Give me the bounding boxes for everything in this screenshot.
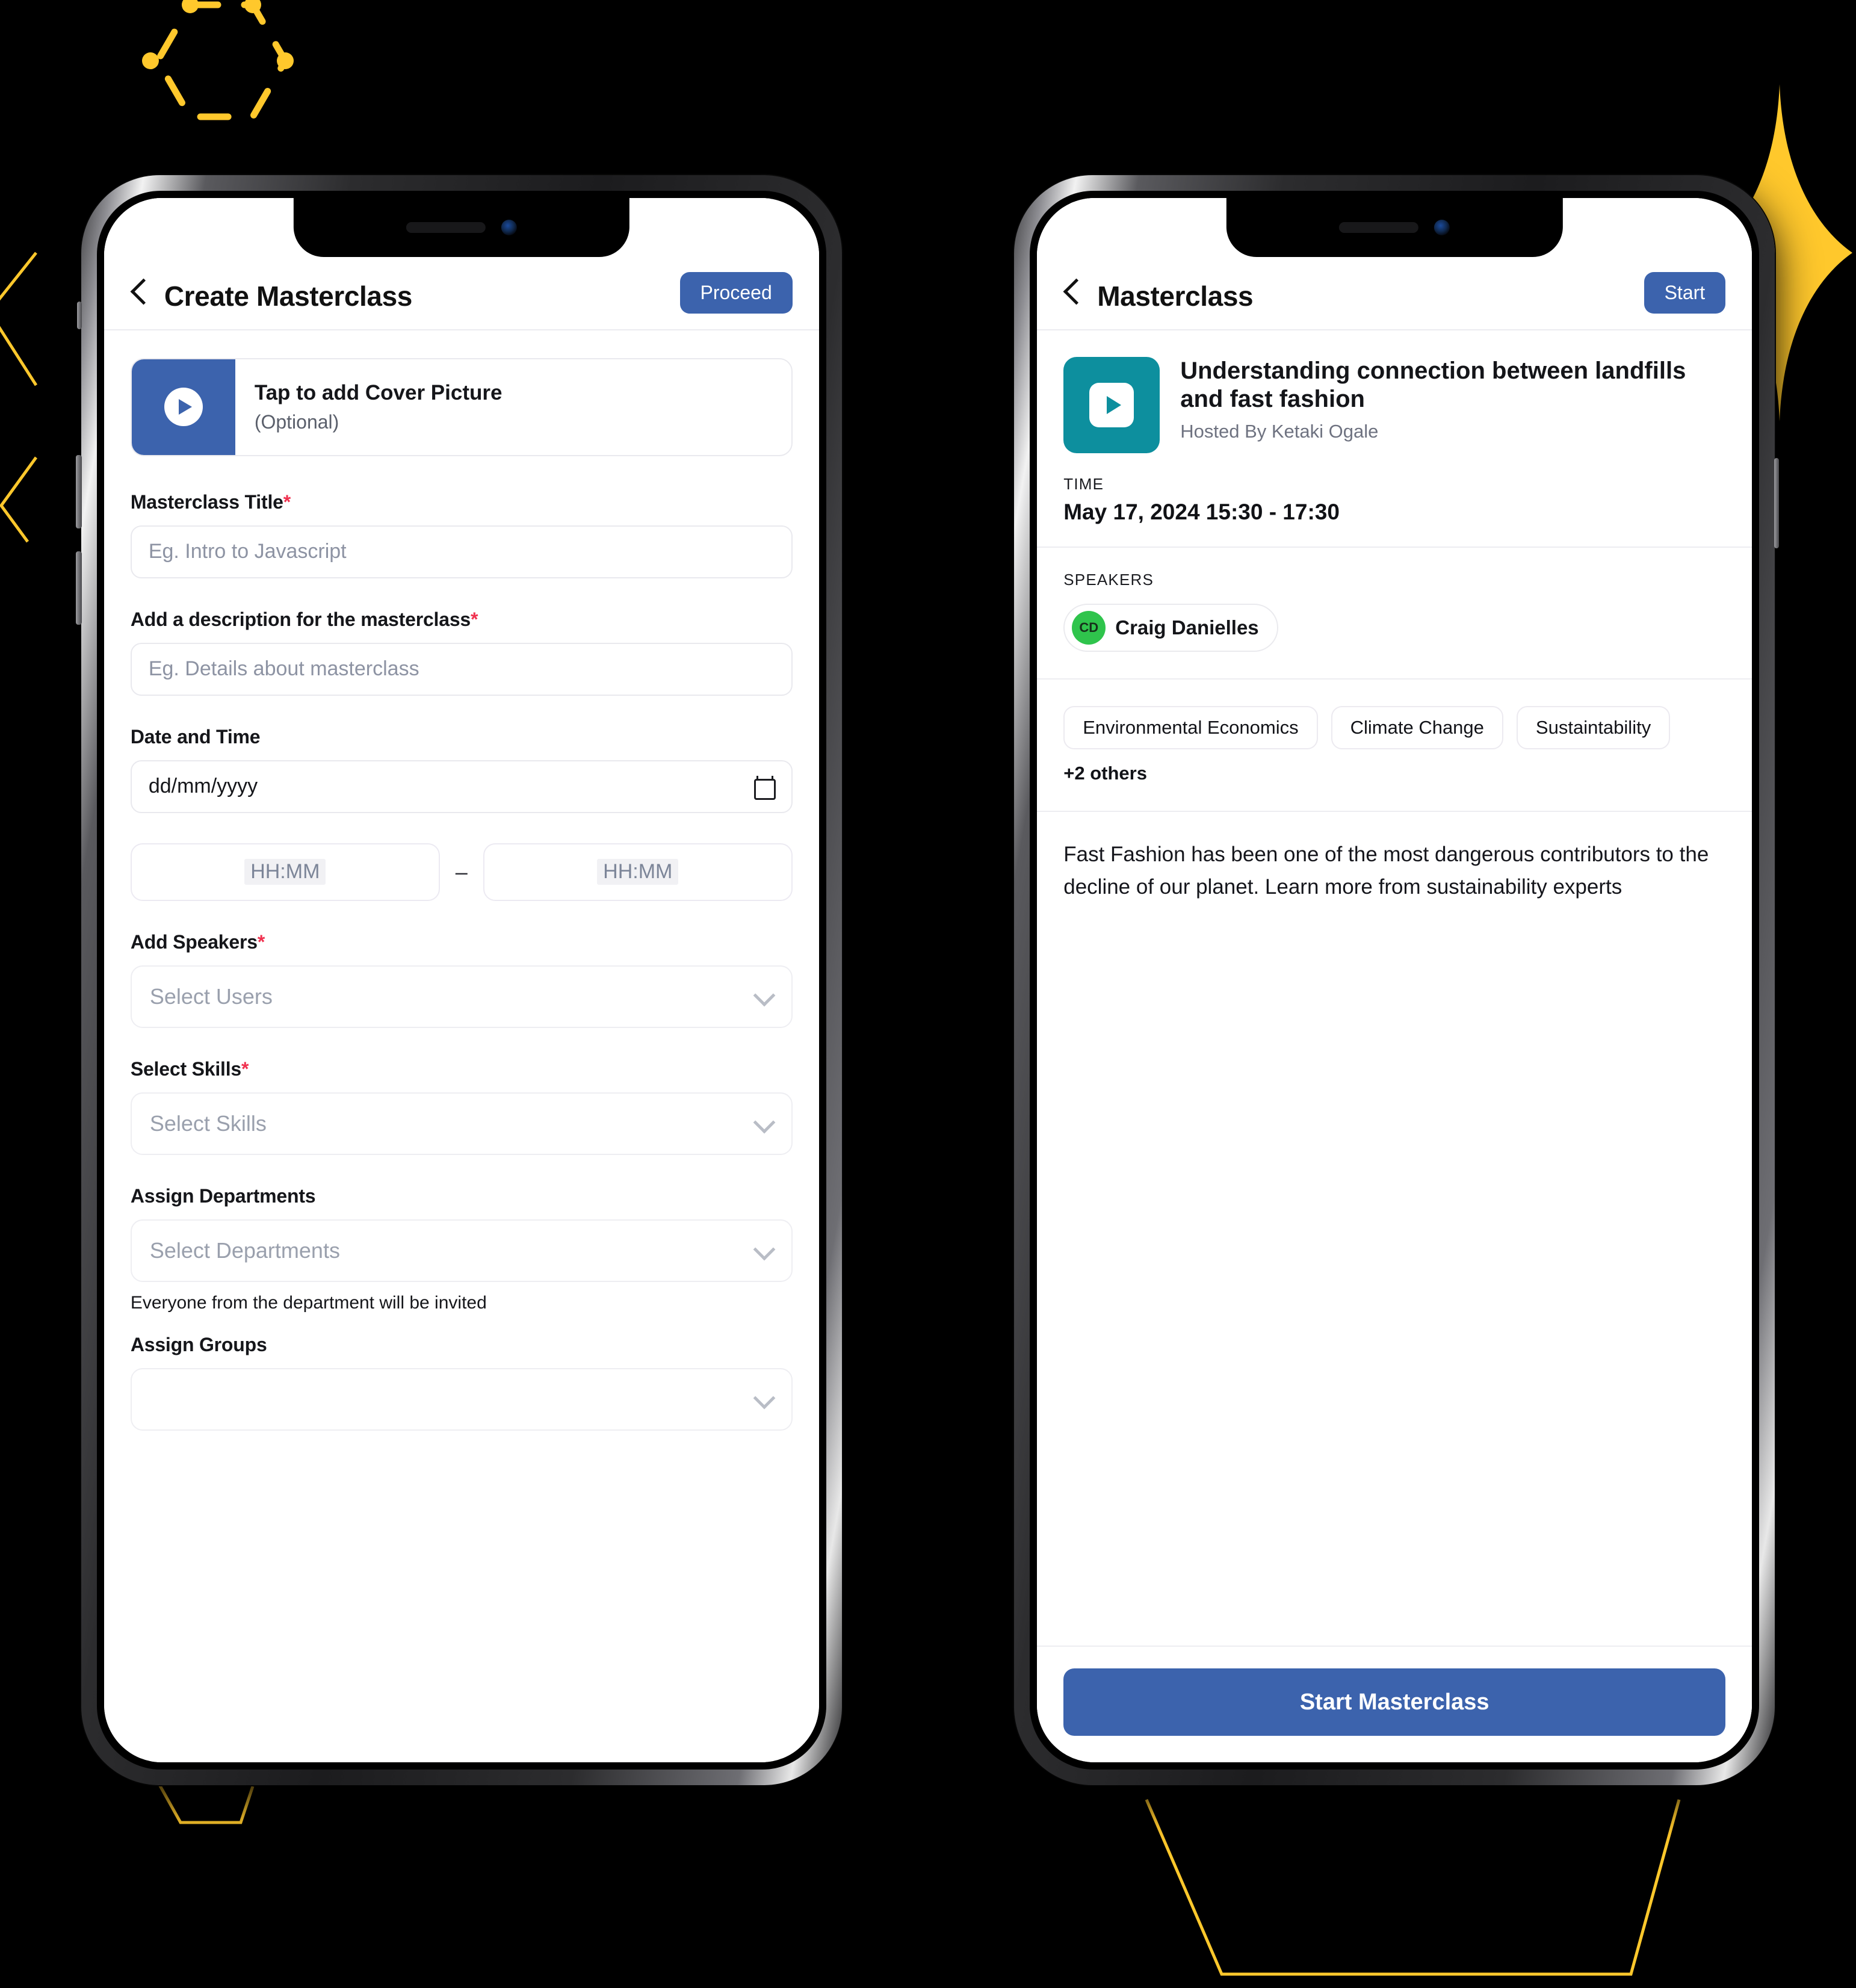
select-users-placeholder: Select Users [149,983,273,1009]
field-masterclass-title: Masterclass Title* Eg. Intro to Javascri… [130,491,793,578]
masterclass-thumbnail [1063,356,1160,453]
tags-more-label[interactable]: +2 others [1063,763,1147,784]
phone-left: Create Masterclass Proceed Tap to add Co… [75,175,842,1786]
select-users-dropdown[interactable]: Select Users [130,965,793,1028]
notch [293,197,629,257]
field-add-speakers: Add Speakers* Select Users [130,931,793,1028]
chevron-down-icon [755,988,773,1006]
play-circle-icon [164,388,203,427]
field-masterclass-description: Add a description for the masterclass* E… [130,608,793,696]
field-assign-groups: Assign Groups [130,1333,793,1431]
start-time-input[interactable]: HH:MM [130,843,440,901]
form-body: Tap to add Cover Picture (Optional) Mast… [104,330,819,1762]
front-camera-icon [501,219,517,235]
required-asterisk: * [283,491,291,513]
label-assign-departments: Assign Departments [130,1184,316,1207]
start-button[interactable]: Start [1644,271,1726,314]
notch [1227,197,1563,257]
time-section: TIME May 17, 2024 15:30 - 17:30 [1037,475,1752,547]
earpiece-speaker [406,221,486,233]
page-title: Masterclass [1097,280,1254,312]
label-text: Masterclass Title [130,491,283,513]
dashed-hexagon-top [153,1,289,120]
chevron-left-decor [0,252,38,543]
select-groups-dropdown[interactable] [130,1367,793,1431]
front-camera-icon [1434,219,1450,235]
page-title: Create Masterclass [164,280,413,312]
label-text: Add Speakers [130,931,258,953]
play-video-icon [1089,382,1134,427]
select-skills-dropdown[interactable]: Select Skills [130,1092,793,1155]
phone-right: Masterclass Start Understanding connecti… [1014,175,1780,1786]
masterclass-title-input[interactable]: Eg. Intro to Javascript [130,525,793,578]
required-asterisk: * [241,1057,249,1080]
chevron-left-icon[interactable] [1063,277,1084,311]
poster-canvas: Create Masterclass Proceed Tap to add Co… [0,0,1856,1988]
chevron-down-icon [755,1115,773,1133]
label-masterclass-description: Add a description for the masterclass* [131,608,793,631]
cover-title: Tap to add Cover Picture [254,380,503,404]
date-input[interactable]: dd/mm/yyyy [130,760,793,813]
required-asterisk: * [471,608,478,630]
chevron-down-icon [755,1390,773,1408]
time-value: May 17, 2024 15:30 - 17:30 [1063,499,1340,524]
required-asterisk: * [257,931,265,953]
chevron-left-icon[interactable] [131,277,151,311]
cover-subtitle: (Optional) [254,410,339,433]
masterclass-title: Understanding connection between landfil… [1180,357,1686,412]
end-time-input[interactable]: HH:MM [483,843,793,901]
calendar-icon[interactable] [753,775,776,800]
tags-section: Environmental Economics Climate Change S… [1037,680,1752,811]
volume-down-button[interactable] [75,551,82,625]
time-label: TIME [1063,474,1104,493]
detail-footer: Start Masterclass [1037,1646,1752,1763]
cover-picture-card[interactable]: Tap to add Cover Picture (Optional) [130,358,793,456]
label-add-speakers: Add Speakers* [131,931,793,953]
mute-switch[interactable] [76,301,82,329]
volume-up-button[interactable] [75,454,82,528]
tag-chip[interactable]: Climate Change [1331,705,1503,749]
masterclass-host: Hosted By Ketaki Ogale [1180,421,1379,442]
cover-thumbnail [131,359,235,455]
time-range-separator: – [455,859,468,884]
date-placeholder: dd/mm/yyyy [148,775,258,798]
avatar: CD [1072,610,1106,645]
time-range-row: HH:MM – HH:MM [130,843,793,901]
trapezoid-outline-bottom-right [1145,1799,1681,1976]
select-departments-dropdown[interactable]: Select Departments [130,1219,793,1282]
power-button[interactable] [1774,457,1780,548]
masterclass-summary: Understanding connection between landfil… [1037,330,1752,475]
label-assign-groups: Assign Groups [130,1333,267,1355]
speakers-label: SPEAKERS [1063,570,1154,589]
end-time-placeholder: HH:MM [597,859,679,885]
label-select-skills: Select Skills* [131,1058,793,1080]
select-skills-placeholder: Select Skills [149,1110,267,1136]
hexagon-dots-top [142,0,294,69]
label-text: Select Skills [130,1057,241,1080]
screen-create-masterclass: Create Masterclass Proceed Tap to add Co… [104,197,819,1763]
start-time-placeholder: HH:MM [244,859,326,885]
screen-masterclass-detail: Masterclass Start Understanding connecti… [1037,197,1752,1763]
masterclass-description: Fast Fashion has been one of the most da… [1063,842,1709,899]
speaker-chip[interactable]: CD Craig Danielles [1063,603,1278,652]
label-masterclass-title: Masterclass Title* [131,491,793,513]
detail-body: Understanding connection between landfil… [1037,330,1752,1763]
earpiece-speaker [1339,221,1419,233]
tag-chip[interactable]: Environmental Economics [1063,705,1318,749]
select-departments-placeholder: Select Departments [149,1237,340,1263]
speaker-name: Craig Danielles [1115,616,1259,639]
label-date-and-time: Date and Time [130,725,261,748]
chevron-down-icon [755,1242,773,1260]
label-text: Add a description for the masterclass [130,608,471,630]
tag-chip[interactable]: Sustaintability [1516,705,1671,749]
speakers-section: SPEAKERS CD Craig Danielles [1037,548,1752,678]
start-masterclass-button[interactable]: Start Masterclass [1063,1668,1726,1736]
field-assign-departments: Assign Departments Select Departments Ev… [130,1184,793,1313]
departments-helper-text: Everyone from the department will be inv… [130,1292,487,1313]
masterclass-description-input[interactable]: Eg. Details about masterclass [130,642,793,696]
proceed-button[interactable]: Proceed [679,271,793,314]
field-date-and-time: Date and Time dd/mm/yyyy [130,725,793,813]
polyline-bottom-left [156,1780,255,1824]
field-select-skills: Select Skills* Select Skills [130,1058,793,1155]
